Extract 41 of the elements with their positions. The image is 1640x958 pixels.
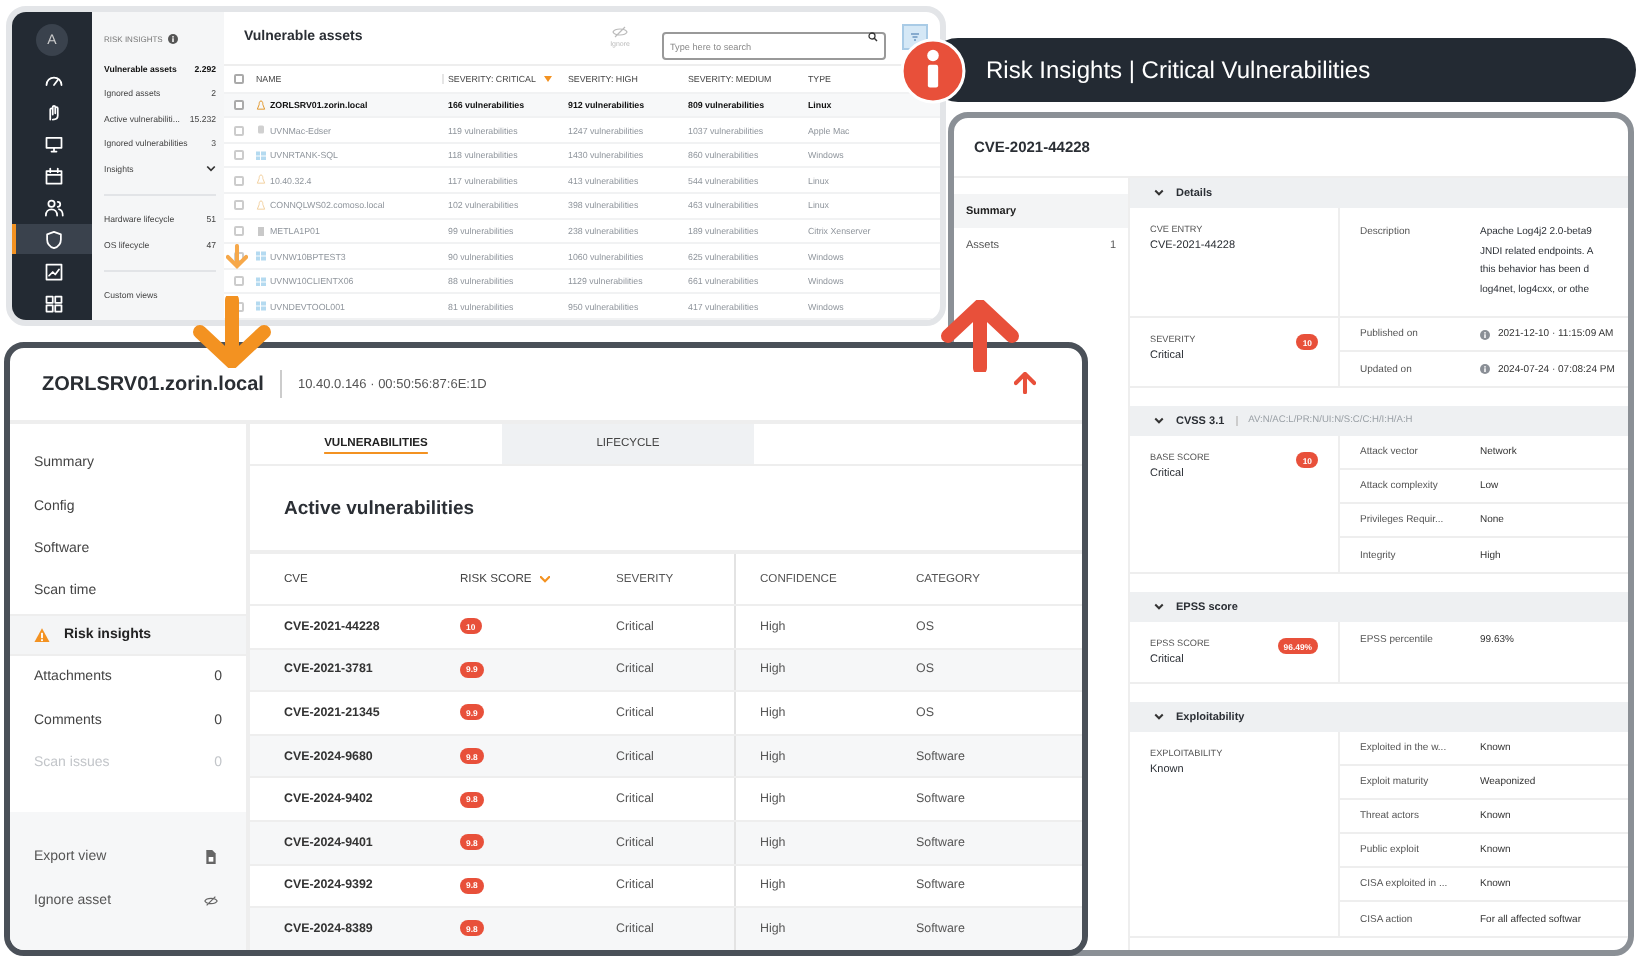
chevron-icon — [1154, 602, 1164, 612]
four-squares-icon — [256, 275, 266, 287]
rail-button[interactable] — [12, 224, 92, 254]
shield-icon — [44, 229, 64, 249]
document-icon — [204, 850, 218, 865]
checkbox[interactable] — [233, 73, 243, 84]
checkbox[interactable] — [233, 150, 243, 161]
four-squares-icon — [256, 250, 266, 262]
chevron-icon — [1154, 188, 1164, 198]
search-icon — [868, 32, 878, 43]
users-icon — [44, 197, 64, 217]
chevron-icon — [1154, 416, 1164, 426]
device-icon — [256, 124, 266, 136]
down-arrow-icon — [192, 296, 272, 368]
chart-icon — [44, 261, 64, 281]
penguin-icon — [256, 200, 266, 212]
window-title: ZORLSRV01.zorin.local — [42, 373, 264, 395]
monitor-icon — [44, 133, 64, 153]
filter-icon — [910, 32, 920, 43]
info-icon — [168, 33, 179, 43]
banner-title: Risk Insights | Critical Vulnerabilities — [986, 56, 1371, 84]
checkbox[interactable] — [233, 175, 243, 186]
checkbox[interactable] — [233, 225, 243, 236]
server-icon — [256, 225, 266, 237]
penguin-icon — [256, 99, 266, 111]
hand-icon — [44, 101, 64, 121]
info-icon — [1480, 329, 1490, 339]
eye-slash-icon — [204, 893, 218, 908]
eye-slash-icon — [612, 26, 629, 39]
calendar-icon — [44, 165, 64, 185]
chevron-icon — [1154, 712, 1164, 722]
info-icon — [1480, 364, 1490, 374]
four-squares-icon — [256, 149, 266, 161]
checkbox[interactable] — [233, 276, 243, 287]
grid-icon — [44, 293, 64, 313]
checkbox[interactable] — [233, 99, 243, 110]
checkbox[interactable] — [233, 125, 243, 136]
penguin-icon — [256, 174, 266, 186]
checkbox[interactable] — [233, 200, 243, 211]
four-squares-icon — [256, 300, 266, 312]
section-title: Active vulnerabilities — [284, 497, 475, 519]
